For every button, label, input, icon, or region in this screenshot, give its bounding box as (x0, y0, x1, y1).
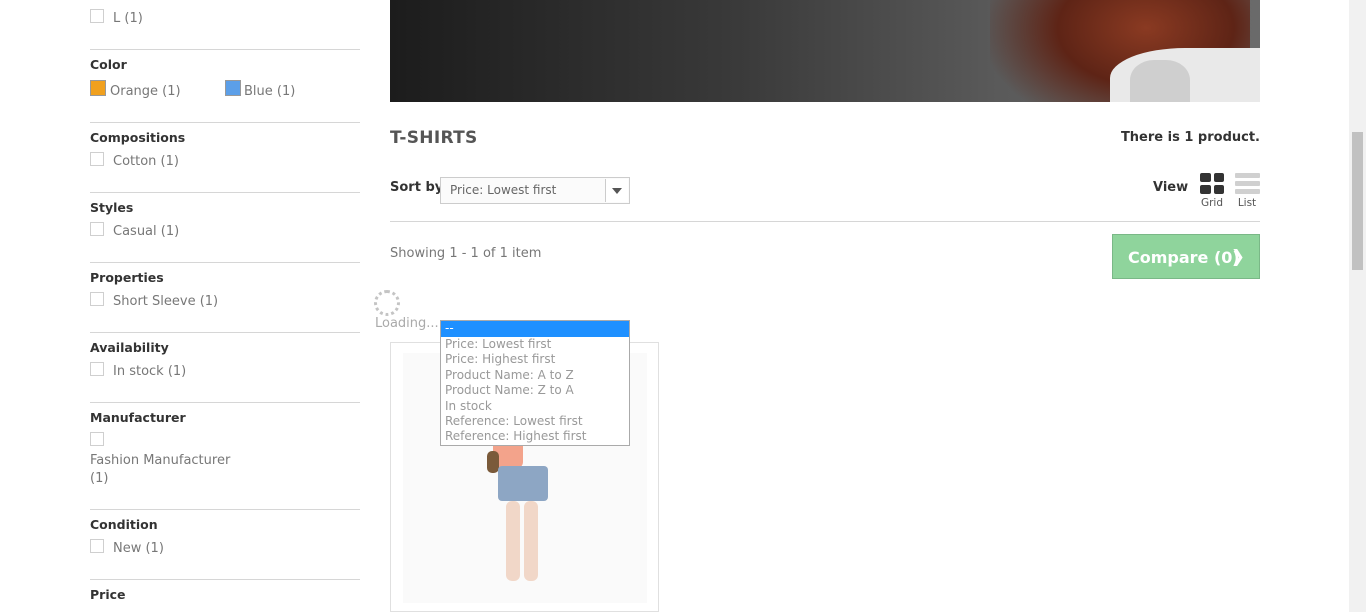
sort-option[interactable]: In stock (441, 399, 629, 414)
category-banner-image (390, 0, 1260, 102)
divider (90, 402, 360, 403)
casual-checkbox[interactable] (90, 222, 104, 236)
blue-swatch[interactable] (225, 80, 241, 96)
size-l-checkbox[interactable] (90, 9, 104, 23)
new-label[interactable]: New (1) (113, 541, 164, 556)
divider (390, 221, 1260, 222)
product-leg-shape (524, 501, 538, 581)
color-blue-label[interactable]: Blue (1) (244, 84, 295, 99)
sort-select[interactable]: Price: Lowest first (440, 177, 630, 204)
fashion-manufacturer-count[interactable]: (1) (90, 471, 108, 486)
grid-view-icon (1200, 173, 1224, 194)
category-title: T-SHIRTS (390, 128, 478, 148)
sort-label: Sort by (390, 180, 444, 195)
product-leg-shape (506, 501, 520, 581)
short-sleeve-checkbox[interactable] (90, 292, 104, 306)
color-filter-title: Color (90, 57, 127, 72)
new-checkbox[interactable] (90, 539, 104, 553)
compare-label: Compare (0) (1128, 248, 1240, 267)
cotton-label[interactable]: Cotton (1) (113, 154, 179, 169)
price-filter-title: Price (90, 587, 126, 602)
casual-label[interactable]: Casual (1) (113, 224, 179, 239)
spinner-icon (374, 290, 400, 316)
color-orange-label[interactable]: Orange (1) (110, 84, 181, 99)
list-view-icon (1234, 173, 1260, 194)
sort-option[interactable]: Product Name: Z to A (441, 383, 629, 398)
properties-filter-title: Properties (90, 270, 164, 285)
dropdown-arrow-icon[interactable] (605, 179, 628, 202)
sort-option[interactable]: Price: Lowest first (441, 337, 629, 352)
in-stock-label[interactable]: In stock (1) (113, 364, 186, 379)
styles-filter-title: Styles (90, 200, 134, 215)
product-count: There is 1 product. (1120, 130, 1260, 145)
divider (90, 49, 360, 50)
divider (90, 579, 360, 580)
fashion-manufacturer-checkbox[interactable] (90, 432, 104, 446)
divider (90, 122, 360, 123)
sort-option[interactable]: -- (441, 321, 629, 337)
list-view-label: List (1237, 197, 1257, 209)
sort-option[interactable]: Reference: Lowest first (441, 414, 629, 429)
page-scrollbar[interactable] (1349, 0, 1366, 612)
loading-text: Loading... (375, 316, 439, 331)
scrollbar-thumb[interactable] (1352, 132, 1363, 270)
in-stock-checkbox[interactable] (90, 362, 104, 376)
grid-view-label: Grid (1200, 197, 1224, 209)
sort-dropdown-list[interactable]: -- Price: Lowest first Price: Highest fi… (440, 320, 630, 446)
size-l-label[interactable]: L (1) (113, 11, 143, 26)
availability-filter-title: Availability (90, 340, 169, 355)
banner-shoulder-shape (1130, 60, 1190, 102)
short-sleeve-label[interactable]: Short Sleeve (1) (113, 294, 218, 309)
showing-count: Showing 1 - 1 of 1 item (390, 246, 542, 261)
compare-button[interactable]: Compare (0) ❯ (1112, 234, 1260, 279)
divider (90, 192, 360, 193)
cotton-checkbox[interactable] (90, 152, 104, 166)
compositions-filter-title: Compositions (90, 130, 186, 145)
grid-view-button[interactable]: Grid (1199, 173, 1225, 209)
fashion-manufacturer-label[interactable]: Fashion Manufacturer (90, 453, 230, 468)
product-shorts-shape (498, 466, 548, 501)
divider (90, 262, 360, 263)
condition-filter-title: Condition (90, 517, 158, 532)
divider (90, 332, 360, 333)
chevron-right-icon: ❯ (1230, 247, 1245, 267)
list-view-button[interactable]: List (1234, 173, 1260, 209)
view-label: View (1153, 180, 1189, 195)
sort-selected-value: Price: Lowest first (450, 183, 557, 197)
sort-option[interactable]: Price: Highest first (441, 352, 629, 367)
sort-option[interactable]: Reference: Highest first (441, 429, 629, 444)
divider (90, 509, 360, 510)
orange-swatch[interactable] (90, 80, 106, 96)
manufacturer-filter-title: Manufacturer (90, 410, 186, 425)
sort-option[interactable]: Product Name: A to Z (441, 368, 629, 383)
